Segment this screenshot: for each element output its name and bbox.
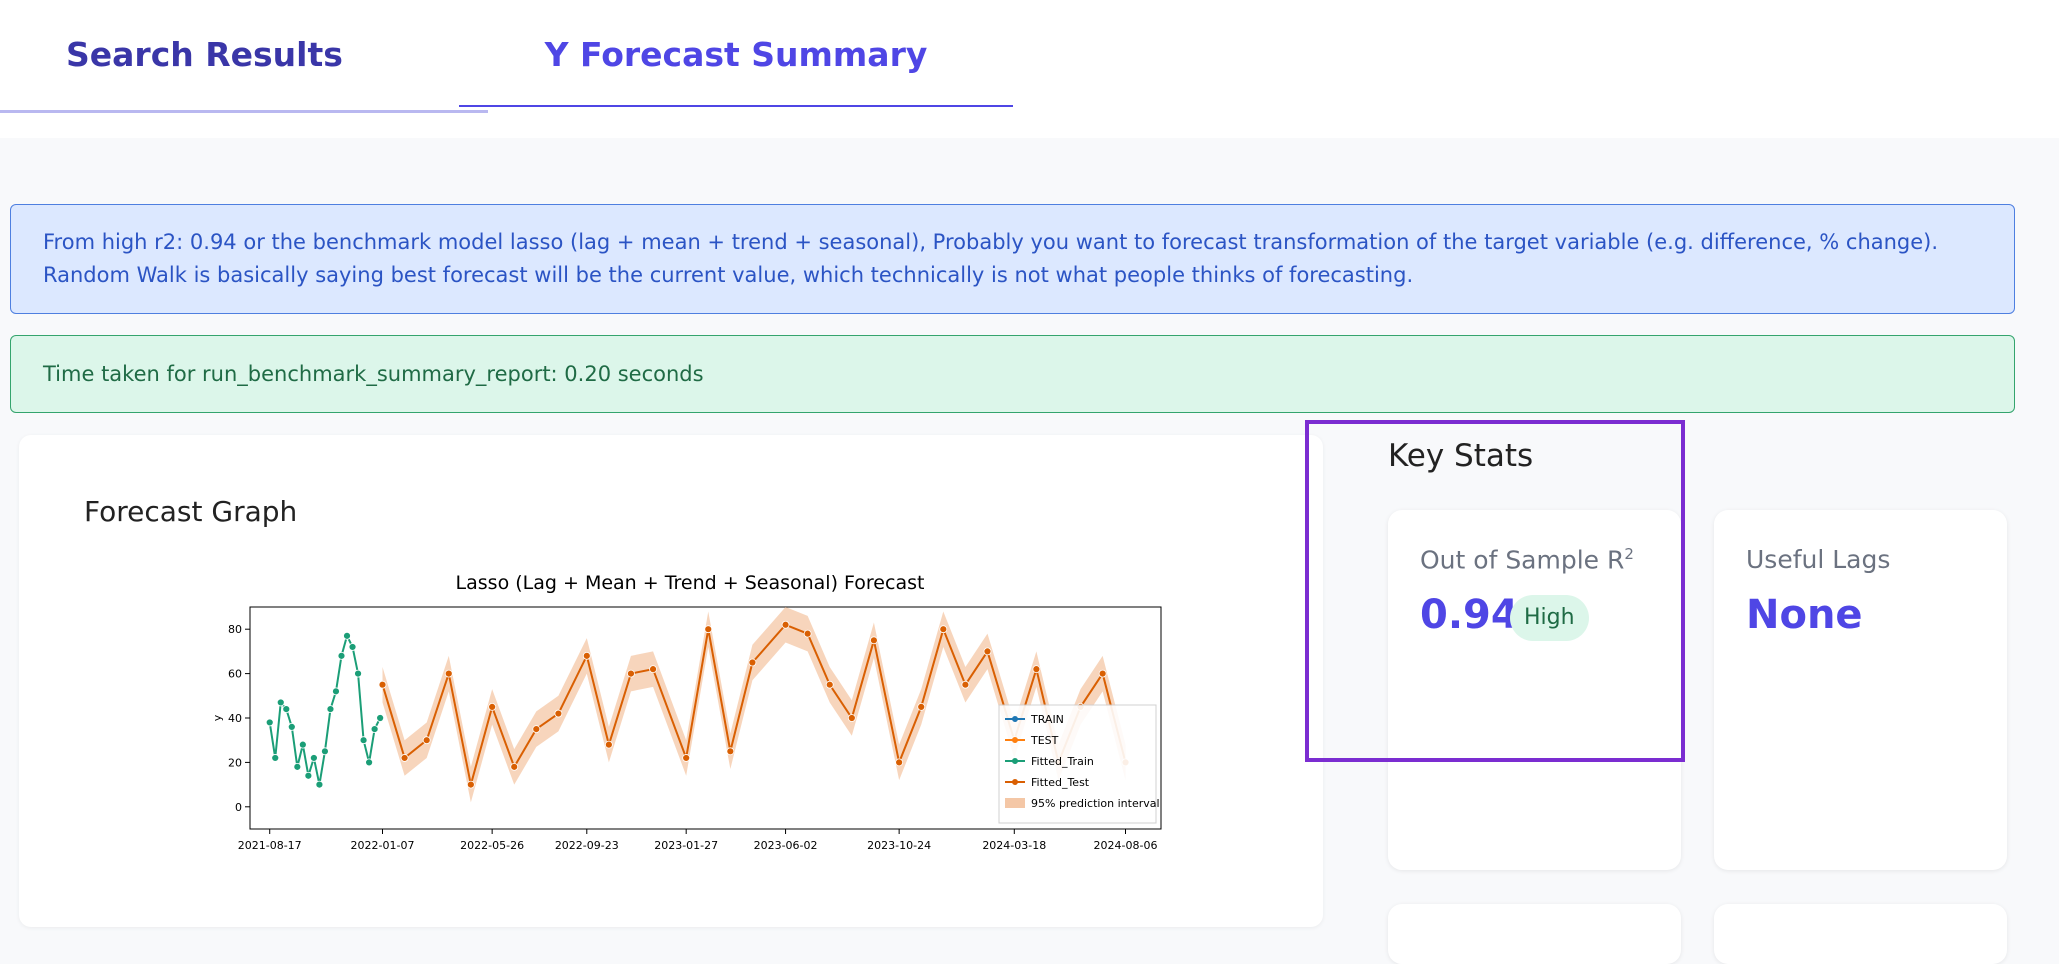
data-point [781,620,790,629]
data-point [895,758,904,767]
data-point [271,754,280,762]
data-point [265,718,274,727]
legend-marker [1012,779,1018,785]
data-point [304,771,313,780]
data-point [348,643,357,651]
data-point [1098,669,1107,678]
data-point [917,702,926,711]
x-tick-label: 2021-08-17 [238,839,302,852]
tab-label: Y Forecast Summary [544,34,928,74]
data-point [532,725,541,734]
y-tick-label: 0 [235,801,242,814]
data-point [315,780,324,789]
data-point [370,725,379,734]
x-tick-label: 2022-09-23 [555,839,619,852]
data-point [287,722,296,731]
x-tick-label: 2023-10-24 [867,839,931,852]
data-point [343,631,351,640]
data-point [282,705,291,714]
data-point [803,629,812,638]
tab-y-forecast-summary[interactable]: Y Forecast Summary [459,0,1013,110]
data-point [748,658,757,667]
data-point [582,651,591,660]
data-point [321,747,329,756]
info-alert: From high r2: 0.94 or the benchmark mode… [10,204,2015,314]
data-point [983,647,992,656]
y-tick-label: 80 [228,623,242,636]
data-point [354,669,362,678]
data-point [649,665,657,674]
legend-marker [1012,737,1018,743]
data-point [298,740,307,749]
legend-marker [1012,758,1018,764]
y-tick-label: 20 [228,756,242,769]
data-point [378,680,387,689]
tab-underline [0,110,488,113]
y-axis-label: y [211,714,224,721]
data-point [847,714,856,722]
y-tick-label: 40 [228,712,242,725]
data-point [359,736,368,745]
plot-area: 0 20 40 60 80 2021-08-17 2022-01-07 2022-05-26 2… [211,606,1162,852]
legend-label: Fitted_Test [1031,776,1090,789]
forecast-graph-title: Forecast Graph [84,495,298,528]
data-point [510,762,519,771]
legend-label: Fitted_Train [1031,755,1094,768]
data-point [939,625,948,634]
data-point [376,714,385,722]
data-point [400,754,409,762]
data-point [276,698,285,707]
data-point [682,754,691,762]
x-tick-label: 2024-03-18 [982,839,1046,852]
data-point [704,625,713,634]
data-point [961,680,970,689]
highlight-box [1305,420,1685,762]
useful-lags-stat-card: Useful Lags None [1714,510,2007,870]
useful-lags-label: Useful Lags [1746,545,1891,574]
x-tick-label: 2023-06-02 [754,839,818,852]
data-point [488,702,497,711]
data-point [326,705,335,714]
data-point [293,762,302,771]
success-alert: Time taken for run_benchmark_summary_rep… [10,335,2015,413]
data-point [825,680,834,689]
legend-label: TRAIN [1030,713,1064,726]
legend-marker [1012,716,1018,722]
data-point [627,669,635,678]
data-point [422,736,431,745]
x-tick-label: 2023-01-27 [654,839,718,852]
data-point [604,740,613,749]
data-point [309,754,318,762]
x-tick-label: 2022-05-26 [460,839,524,852]
data-point [332,687,340,696]
forecast-chart: Lasso (Lag + Mean + Trend + Seasonal) Fo… [211,572,1162,852]
data-point [365,758,374,767]
data-point [1032,665,1041,674]
success-alert-text: Time taken for run_benchmark_summary_rep… [43,361,704,386]
legend-swatch [1005,798,1025,808]
x-tick-label: 2024-08-06 [1094,839,1158,852]
legend-label: TEST [1030,734,1059,747]
data-point [554,709,563,718]
active-tab-underline [459,105,1013,107]
y-tick-label: 60 [228,668,242,681]
data-point [726,747,735,756]
info-alert-text: From high r2: 0.94 or the benchmark mode… [43,230,1939,287]
chart-title: Lasso (Lag + Mean + Trend + Seasonal) Fo… [456,572,925,594]
stat-card [1714,904,2007,964]
tab-label: Search Results [66,34,343,74]
stat-card [1388,904,1681,964]
data-point [337,651,346,660]
tab-search-results[interactable]: Search Results [0,0,488,113]
forecast-graph-card: Forecast Graph Lasso (Lag + Mean + Trend… [19,435,1323,927]
legend-label: 95% prediction interval [1031,797,1160,810]
data-point [869,636,878,645]
data-point [444,669,453,678]
useful-lags-value: None [1746,592,1863,638]
x-tick-label: 2022-01-07 [351,839,415,852]
tab-bar: Search Results Y Forecast Summary [0,0,2059,138]
data-point [466,780,475,789]
